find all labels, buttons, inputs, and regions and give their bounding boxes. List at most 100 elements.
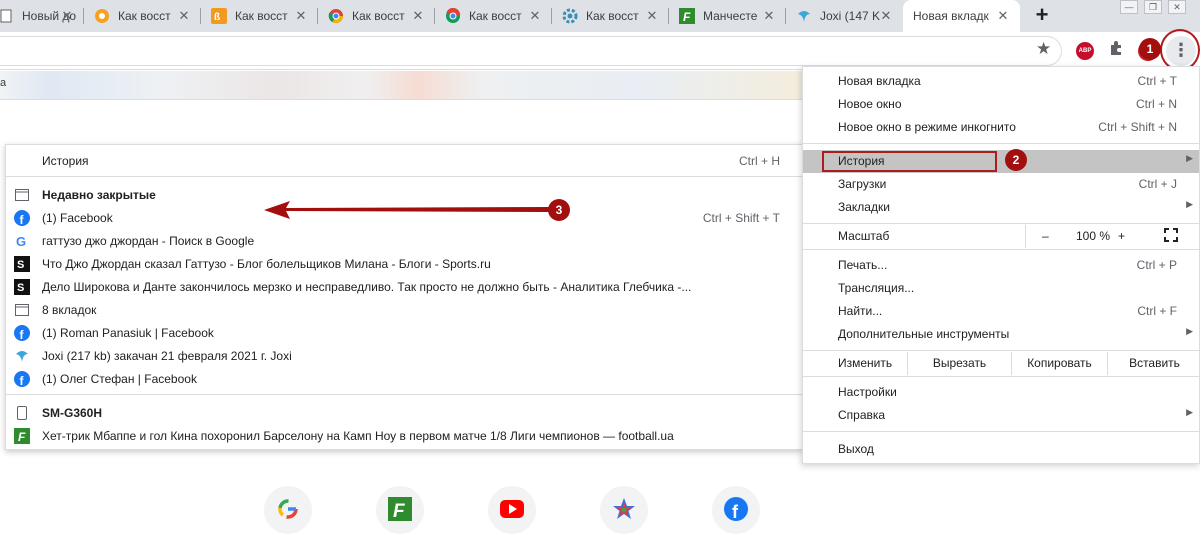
history-item[interactable]: G гаттузо джо джордан - Поиск в Google: [6, 229, 802, 252]
close-icon[interactable]: ✕: [177, 9, 191, 23]
copy-button[interactable]: Копировать: [1011, 352, 1107, 375]
zoom-control: – 100 % +: [1025, 225, 1200, 248]
annotation-badge-2: 2: [1005, 149, 1027, 171]
tab-title: Новая вкладк: [913, 9, 989, 23]
menu-item-bookmarks[interactable]: Закладки ▶: [803, 196, 1199, 219]
device-history-item[interactable]: F Хет-трик Мбаппе и гол Кина похоронил Б…: [6, 424, 802, 447]
menu-button-highlight: [1160, 29, 1200, 71]
google-shortcut[interactable]: [264, 486, 312, 534]
history-item[interactable]: f (1) Roman Panasiuk | Facebook: [6, 321, 802, 344]
google-icon: G: [14, 233, 30, 249]
window-icon: [14, 187, 30, 203]
history-submenu: История Ctrl + H Недавно закрытые f (1) …: [5, 144, 803, 450]
tab-item[interactable]: Joxi (147 K ✕: [786, 0, 903, 32]
close-icon[interactable]: ✕: [996, 9, 1010, 23]
close-icon[interactable]: ✕: [294, 9, 308, 23]
history-item[interactable]: S Дело Широкова и Данте закончилось мерз…: [6, 275, 802, 298]
history-item[interactable]: Joxi (217 kb) закачан 21 февраля 2021 г.…: [6, 344, 802, 367]
menu-item-settings[interactable]: Настройки: [803, 381, 1199, 404]
menu-item-new-window[interactable]: Новое окно Ctrl + N: [803, 93, 1199, 116]
tab-title: Как восст: [586, 9, 639, 23]
chrome-icon: [445, 8, 461, 24]
svg-text:F: F: [393, 501, 406, 521]
tab-item[interactable]: Как восст ✕: [84, 0, 201, 32]
adblock-icon[interactable]: ABP: [1076, 42, 1094, 60]
close-window-icon[interactable]: ✕: [1168, 0, 1186, 14]
tab-item[interactable]: F Манчесте ✕: [669, 0, 786, 32]
facebook-icon: f: [14, 325, 30, 341]
tab-item[interactable]: ß Как восст ✕: [201, 0, 318, 32]
svg-text:ß: ß: [214, 12, 220, 23]
bookmark-star-icon[interactable]: ★: [1036, 39, 1051, 59]
tab-title: Joxi (147 K: [820, 9, 881, 23]
close-icon[interactable]: ✕: [528, 9, 542, 23]
svg-text:F: F: [683, 10, 691, 24]
gear-icon: [562, 8, 578, 24]
menu-item-find[interactable]: Найти... Ctrl + F: [803, 300, 1199, 323]
history-item[interactable]: 8 вкладок: [6, 298, 802, 321]
tab-item[interactable]: Как восст ✕: [435, 0, 552, 32]
youtube-shortcut[interactable]: [488, 486, 536, 534]
menu-item-history[interactable]: История ▶: [803, 150, 1199, 173]
chevron-right-icon: ▶: [1186, 326, 1193, 336]
fullscreen-icon[interactable]: [1164, 228, 1178, 245]
menu-item-print[interactable]: Печать... Ctrl + P: [803, 254, 1199, 277]
toolbar: ★ ABP ⋮: [0, 32, 1200, 70]
device-header: SM-G360H: [6, 401, 802, 424]
extensions-icon[interactable]: [1108, 40, 1124, 61]
tab-item[interactable]: Как восст ✕: [318, 0, 435, 32]
history-label: История: [42, 153, 89, 168]
tab-title: Как восст: [352, 9, 405, 23]
paste-button[interactable]: Вставить: [1107, 352, 1200, 375]
tab-item[interactable]: Как восст ✕: [552, 0, 669, 32]
menu-item-more-tools[interactable]: Дополнительные инструменты ▶: [803, 323, 1199, 346]
menu-item-new-tab[interactable]: Новая вкладка Ctrl + T: [803, 70, 1199, 93]
football-ua-icon: F: [679, 8, 695, 24]
svg-text:S: S: [17, 282, 24, 294]
football-ua-icon: F: [388, 496, 412, 524]
minimize-icon[interactable]: —: [1120, 0, 1138, 14]
bookmark-bar: а: [0, 71, 802, 99]
star-app-shortcut[interactable]: [600, 486, 648, 534]
facebook-icon: f: [724, 496, 748, 524]
menu-item-help[interactable]: Справка ▶: [803, 404, 1199, 427]
window-controls: — ❐ ✕: [1120, 0, 1186, 14]
close-icon[interactable]: ✕: [762, 9, 776, 23]
facebook-icon: f: [14, 371, 30, 387]
zoom-in-button[interactable]: +: [1118, 229, 1125, 243]
new-tab-button[interactable]: +: [1029, 3, 1055, 29]
bookmark-bar-text: а: [0, 77, 7, 89]
menu-item-incognito[interactable]: Новое окно в режиме инкогнито Ctrl + Shi…: [803, 116, 1199, 139]
chevron-right-icon: ▶: [1186, 199, 1193, 209]
maximize-icon[interactable]: ❐: [1144, 0, 1162, 14]
history-item[interactable]: S Что Джо Джордан сказал Гаттузо - Блог …: [6, 252, 802, 275]
zoom-out-button[interactable]: –: [1042, 229, 1049, 243]
blank-page-icon: [0, 8, 14, 24]
tab-title: Как восст: [469, 9, 522, 23]
facebook-shortcut[interactable]: f: [712, 486, 760, 534]
close-icon[interactable]: ✕: [879, 9, 893, 23]
close-icon[interactable]: ✕: [411, 9, 425, 23]
youtube-icon: [500, 499, 524, 521]
tab-title: Манчесте: [703, 9, 758, 23]
facebook-icon: f: [14, 210, 30, 226]
cut-button[interactable]: Вырезать: [907, 352, 1011, 375]
tab-title: Как восст: [118, 9, 171, 23]
close-icon[interactable]: ✕: [60, 9, 74, 23]
tab-new-doc[interactable]: Новый до ✕: [0, 0, 84, 32]
tab-title: Как восст: [235, 9, 288, 23]
menu-item-exit[interactable]: Выход: [803, 438, 1199, 461]
tab-active[interactable]: Новая вкладк ✕: [903, 0, 1020, 32]
menu-item-downloads[interactable]: Загрузки Ctrl + J: [803, 173, 1199, 196]
menu-item-cast[interactable]: Трансляция...: [803, 277, 1199, 300]
tab-strip: Новый до ✕ Как восст ✕ ß Как восст ✕ Как…: [0, 0, 1200, 32]
svg-text:G: G: [16, 234, 26, 248]
football-ua-shortcut[interactable]: F: [376, 486, 424, 534]
history-header-item[interactable]: История Ctrl + H: [6, 149, 802, 172]
address-bar[interactable]: [0, 36, 1062, 66]
joxi-icon: [14, 348, 30, 364]
close-icon[interactable]: ✕: [645, 9, 659, 23]
history-item[interactable]: f (1) Олег Стефан | Facebook: [6, 367, 802, 390]
football-ua-icon: F: [14, 428, 30, 444]
google-icon: [277, 498, 299, 523]
